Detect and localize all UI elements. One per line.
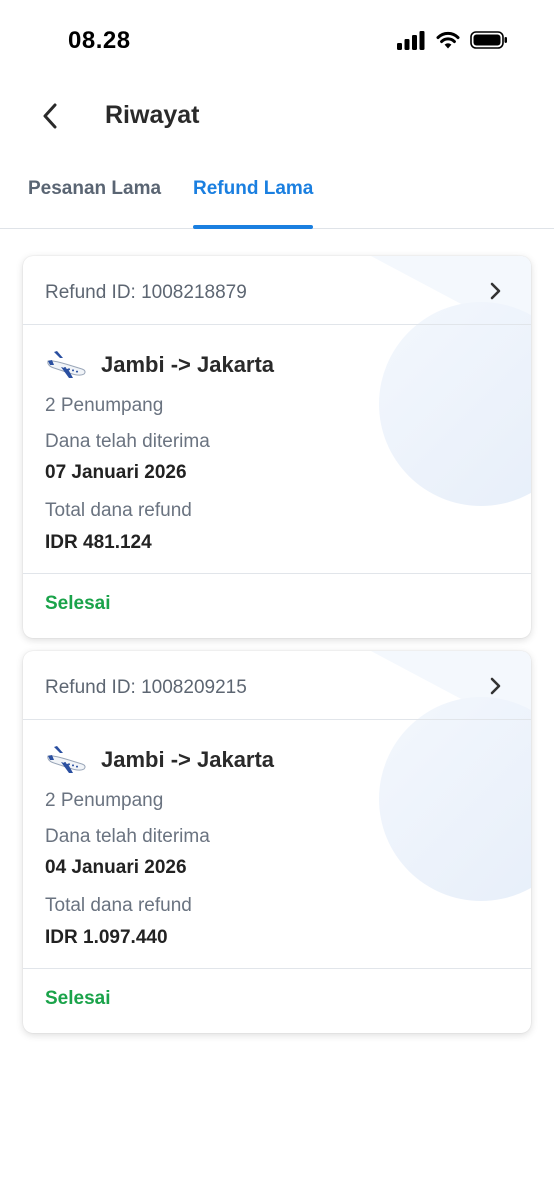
status-icons <box>396 30 508 50</box>
tab-old-orders[interactable]: Pesanan Lama <box>28 178 161 200</box>
received-label: Dana telah diterima <box>45 431 210 452</box>
refund-id: Refund ID: 1008218879 <box>45 282 247 303</box>
status-bar: 08.28 <box>0 0 554 84</box>
received-label: Dana telah diterima <box>45 826 210 847</box>
flight-route: Jambi -> Jakarta <box>45 348 274 382</box>
battery-icon <box>470 31 507 49</box>
airplane-icon <box>47 746 86 773</box>
status-text: Selesai <box>45 988 111 1009</box>
total-refund-label: Total dana refund <box>45 500 192 521</box>
tab-old-refund[interactable]: Refund Lama <box>193 178 313 200</box>
chevron-left-icon <box>43 103 57 129</box>
tab-bar: Pesanan Lama Refund Lama <box>0 160 554 229</box>
received-date: 04 Januari 2026 <box>45 857 187 878</box>
passenger-count: 2 Penumpang <box>45 395 164 416</box>
airplane-icon <box>47 351 86 378</box>
app-header: Riwayat <box>0 84 554 148</box>
received-date: 07 Januari 2026 <box>45 462 187 483</box>
card-divider <box>23 573 531 574</box>
card-divider <box>23 968 531 969</box>
chevron-right-icon[interactable] <box>489 675 503 697</box>
total-refund-amount: IDR 1.097.440 <box>45 927 168 948</box>
status-text: Selesai <box>45 593 111 614</box>
page-title: Riwayat <box>105 101 200 129</box>
refund-card[interactable]: Refund ID: 1008218879 Jambi -> Jakarta 2… <box>23 256 531 638</box>
back-button[interactable] <box>32 98 68 134</box>
passenger-count: 2 Penumpang <box>45 790 164 811</box>
route-text: Jambi -> Jakarta <box>101 352 275 377</box>
refund-card-header[interactable]: Refund ID: 1008209215 <box>23 651 531 720</box>
chevron-right-icon[interactable] <box>489 280 503 302</box>
status-time: 08.28 <box>68 27 131 54</box>
flight-route: Jambi -> Jakarta <box>45 743 274 777</box>
active-tab-indicator <box>193 225 313 229</box>
refund-card[interactable]: Refund ID: 1008209215 Jambi -> Jakarta 2… <box>23 651 531 1033</box>
refund-card-header[interactable]: Refund ID: 1008218879 <box>23 256 531 325</box>
refund-id: Refund ID: 1008209215 <box>45 677 247 698</box>
total-refund-label: Total dana refund <box>45 895 192 916</box>
total-refund-amount: IDR 481.124 <box>45 532 152 553</box>
wifi-icon <box>436 31 460 49</box>
cellular-signal-icon <box>397 31 425 50</box>
route-text: Jambi -> Jakarta <box>101 747 275 772</box>
